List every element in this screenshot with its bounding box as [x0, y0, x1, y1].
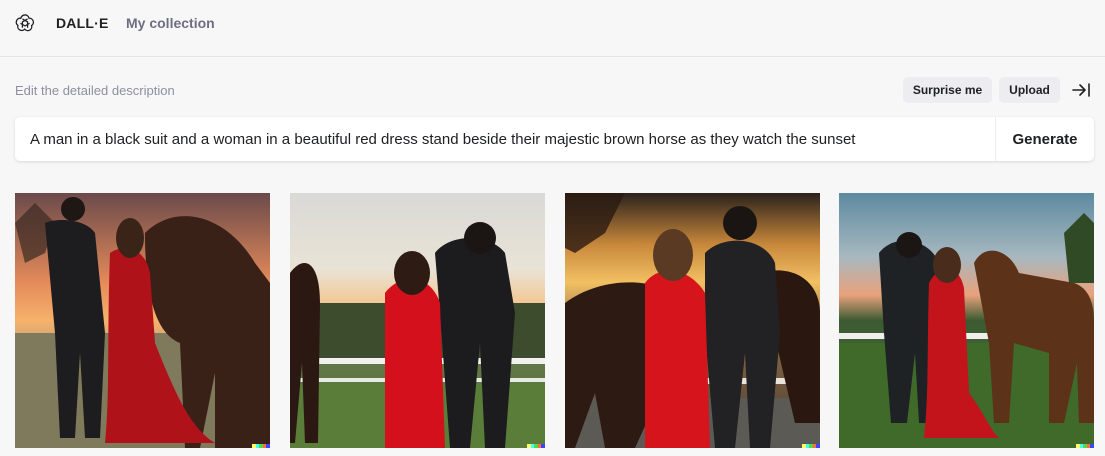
generated-image-1[interactable] — [15, 193, 270, 448]
brand-title[interactable]: DALL·E — [56, 15, 109, 31]
collapse-right-icon[interactable] — [1071, 81, 1091, 99]
my-collection-link[interactable]: My collection — [126, 15, 215, 31]
top-navigation-bar: DALL·E My collection — [0, 0, 1105, 57]
generate-button[interactable]: Generate — [995, 117, 1094, 161]
watermark-color-bar — [252, 444, 270, 448]
generated-image-4[interactable] — [839, 193, 1094, 448]
surprise-me-button[interactable]: Surprise me — [903, 77, 992, 103]
generated-image-3[interactable] — [565, 193, 820, 448]
watermark-color-bar — [527, 444, 545, 448]
prompt-box: Generate — [15, 117, 1094, 161]
openai-logo-icon[interactable] — [14, 12, 36, 34]
description-label: Edit the detailed description — [15, 83, 175, 98]
upload-button[interactable]: Upload — [999, 77, 1060, 103]
image-results-grid — [0, 193, 1105, 448]
watermark-color-bar — [1076, 444, 1094, 448]
generated-image-2[interactable] — [290, 193, 545, 448]
watermark-color-bar — [802, 444, 820, 448]
prompt-input[interactable] — [15, 117, 995, 161]
